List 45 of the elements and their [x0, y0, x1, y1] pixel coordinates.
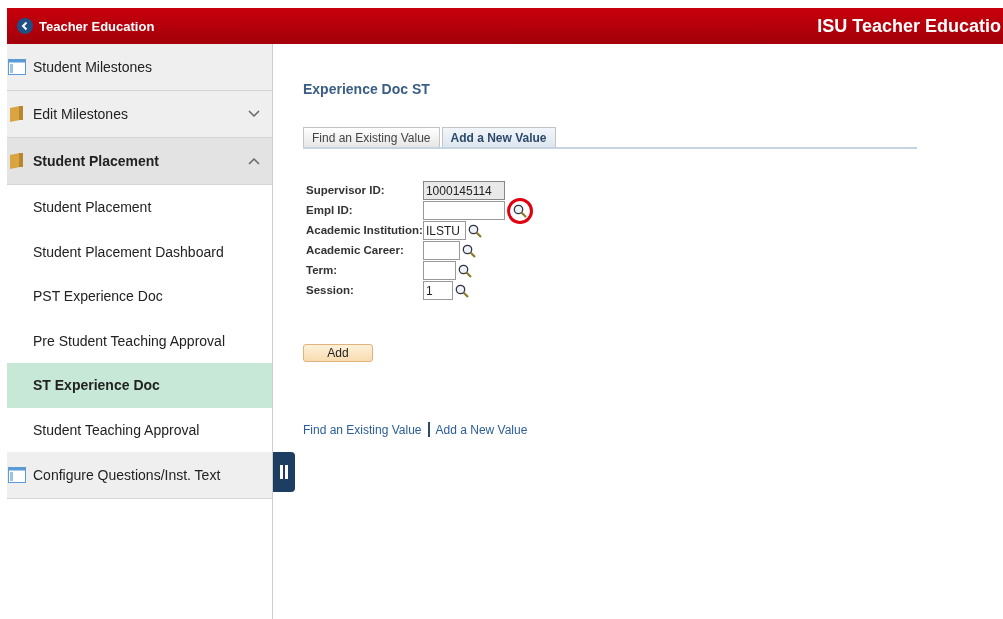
sidebar-group[interactable]: Student Placement [7, 138, 272, 185]
window-icon [8, 467, 26, 483]
tab[interactable]: Add a New Value [441, 127, 556, 147]
folder-icon [8, 105, 26, 123]
search-icon[interactable] [454, 283, 469, 298]
window-icon [8, 59, 26, 75]
sidebar-group[interactable]: Edit Milestones [7, 91, 272, 138]
sidebar-item[interactable]: PST Experience Doc [7, 274, 272, 319]
link[interactable]: Add a New Value [435, 422, 528, 437]
input-field[interactable] [422, 261, 456, 280]
sidebar-group[interactable]: Configure Questions/Inst. Text [7, 452, 272, 499]
search-icon[interactable] [512, 203, 527, 218]
field-label: Supervisor ID: [306, 183, 386, 198]
sidebar-item[interactable]: Student Teaching Approval [7, 407, 272, 452]
add-button[interactable]: Add [303, 344, 373, 362]
input-field[interactable] [422, 201, 505, 220]
collapse-handle[interactable] [273, 452, 295, 492]
back-icon [17, 18, 33, 34]
search-icon[interactable] [461, 243, 476, 258]
sidebar-item[interactable]: ST Experience Doc [7, 363, 272, 408]
group-label: Configure Questions/Inst. Text [33, 467, 222, 483]
sidebar-item[interactable]: Student Placement [7, 185, 272, 230]
field-label: Academic Career: [306, 243, 405, 258]
link[interactable]: Find an Existing Value [303, 422, 422, 437]
input-field[interactable]: ILSTU [422, 221, 466, 240]
field-label: Academic Institution: [306, 223, 423, 238]
field-label: Term: [306, 263, 339, 278]
pause-icon [280, 465, 288, 479]
field-label: Session: [306, 283, 355, 298]
page-title: Experience Doc ST [303, 81, 431, 97]
sidebar-group[interactable]: Student Milestones [7, 44, 272, 91]
group-label: Edit Milestones [33, 106, 129, 122]
search-icon[interactable] [457, 263, 472, 278]
folder-icon [8, 152, 26, 170]
tab[interactable]: Find an Existing Value [303, 127, 440, 147]
sidebar-item[interactable]: Pre Student Teaching Approval [7, 318, 272, 363]
back-button[interactable]: Teacher Education [7, 18, 155, 34]
group-label: Student Placement [33, 153, 161, 169]
sidebar-item[interactable]: Student Placement Dashboard [7, 229, 272, 274]
search-icon[interactable] [467, 223, 482, 238]
input-field[interactable]: 1 [422, 281, 453, 300]
input-field[interactable] [422, 241, 460, 260]
app-title: ISU Teacher Educatio [817, 15, 1002, 37]
group-label: Student Milestones [33, 59, 154, 75]
field-label: Empl ID: [306, 203, 354, 218]
